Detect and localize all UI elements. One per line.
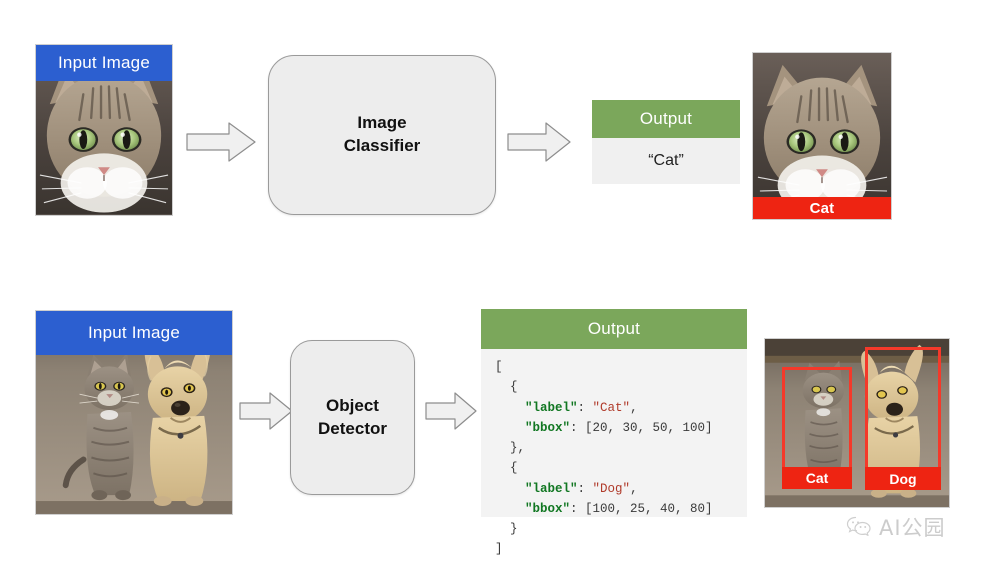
classification-output-value: “Cat” (592, 138, 740, 184)
detection-input-banner: Input Image (36, 311, 232, 355)
object-detector-line2: Detector (318, 418, 387, 438)
json-line: }, (510, 441, 526, 455)
watermark-text: AI公园 (879, 516, 946, 540)
right-arrow-icon (425, 392, 477, 430)
classification-output-panel: Output “Cat” (592, 100, 740, 184)
detection-output-json: [ { "label": "Cat", "bbox": [20, 30, 50,… (481, 349, 747, 556)
right-arrow-icon (186, 122, 256, 162)
json-line: "bbox": [20, 30, 50, 100] (525, 420, 713, 435)
detection-bbox-label-cat: Cat (782, 467, 852, 489)
diagram-canvas: Input Image Image Classifier Output “Cat… (0, 0, 1000, 562)
image-classifier-line2: Classifier (343, 136, 421, 155)
json-line: { (510, 461, 518, 476)
classification-result-card: Cat (752, 52, 892, 220)
arrow-input-to-detector (238, 390, 294, 432)
classification-input-card: Input Image (35, 44, 173, 216)
json-line: { (510, 380, 518, 395)
detection-result-card: Cat Dog (764, 338, 950, 508)
wechat-bubble-icon (846, 516, 871, 536)
object-detector-line1: Object (326, 395, 379, 415)
object-detector-label: Object Detector (318, 395, 387, 441)
classification-input-photo: Input Image (35, 44, 173, 216)
detection-input-card: Input Image (35, 310, 233, 515)
right-arrow-icon (507, 122, 571, 162)
object-detector-box[interactable]: Object Detector (290, 340, 415, 495)
arrow-detector-to-output (424, 390, 478, 432)
json-line: [ (495, 360, 503, 374)
json-line: } (510, 522, 518, 536)
classification-output-header: Output (592, 100, 740, 138)
detection-output-panel: Output [ { "label": "Cat", "bbox": [20, … (481, 309, 747, 556)
json-line: ] (495, 542, 503, 557)
classification-input-banner: Input Image (36, 45, 172, 81)
classification-result-label: Cat (753, 197, 891, 219)
image-classifier-box[interactable]: Image Classifier (268, 55, 496, 215)
detection-output-header: Output (481, 309, 747, 349)
json-line: "label": "Dog", (525, 481, 638, 496)
image-classifier-label: Image Classifier (344, 112, 421, 158)
detection-result-photo: Cat Dog (764, 338, 950, 508)
detection-input-photo: Input Image (35, 310, 233, 515)
detection-bbox-label-dog: Dog (865, 467, 941, 490)
watermark: AI公园 (846, 512, 946, 542)
cat-closeup-illustration (753, 53, 891, 219)
json-line: "label": "Cat", (525, 400, 638, 415)
arrow-input-to-classifier (185, 120, 257, 164)
image-classifier-line1: Image (357, 113, 407, 133)
classification-result-photo: Cat (752, 52, 892, 220)
right-arrow-icon (239, 392, 293, 430)
arrow-classifier-to-output (506, 120, 572, 164)
json-line: "bbox": [100, 25, 40, 80] (525, 501, 713, 516)
